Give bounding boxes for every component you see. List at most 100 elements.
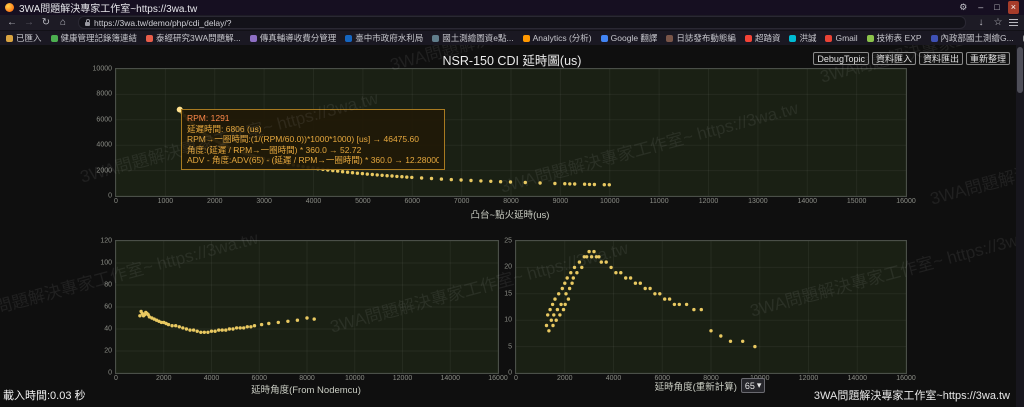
chart-canvas — [516, 241, 906, 373]
x-tick-label: 7000 — [454, 198, 470, 205]
url-text: https://3wa.tw/demo/php/cdi_delay/? — [94, 18, 232, 28]
x-tick-label: 6000 — [404, 198, 420, 205]
bookmark-item[interactable]: Analytics (分析) — [523, 32, 592, 44]
close-button[interactable]: × — [1008, 1, 1019, 14]
bookmark-label: 已匯入 — [16, 32, 42, 44]
x-tick-label: 14000 — [441, 375, 460, 382]
bookmark-favicon — [51, 35, 58, 42]
bookmark-item[interactable]: 洪誠 — [789, 32, 816, 44]
grid-lines — [116, 241, 498, 373]
scrollbar-thumb[interactable] — [1017, 47, 1023, 93]
bookmark-favicon — [931, 35, 938, 42]
right-chart-xlabel: 延時角度(重新計算) — [655, 379, 737, 393]
x-tick-label: 12000 — [699, 198, 718, 205]
refresh-button[interactable]: 重新整理 — [966, 52, 1010, 65]
y-tick-label: 60 — [104, 304, 112, 311]
bookmark-item[interactable]: 健康管理記錄簿連結 — [51, 32, 138, 44]
bookmark-label: 技術表 EXP — [877, 32, 922, 44]
y-tick-label: 100 — [100, 260, 112, 267]
x-tick-label: 10000 — [345, 375, 364, 382]
minimize-button[interactable]: – — [975, 1, 986, 14]
scrollbar[interactable] — [1016, 45, 1024, 407]
bookmark-favicon — [432, 35, 439, 42]
adv-select-value: 65 — [745, 381, 755, 391]
tooltip-line-revtime: RPM→一圈時間:(1/(RPM/60.0))*1000*1000) [us] … — [187, 134, 439, 145]
y-tick-label: 120 — [100, 238, 112, 245]
y-tick-label: 4000 — [96, 142, 112, 149]
maximize-button[interactable]: □ — [991, 1, 1002, 14]
main-chart-xlabel: 凸台~點火延時(us) — [115, 207, 905, 221]
bookmark-item[interactable]: 技術表 EXP — [867, 32, 922, 44]
lock-icon — [85, 22, 90, 26]
gear-icon[interactable]: ⚙ — [956, 1, 970, 14]
x-tick-label: 5000 — [355, 198, 371, 205]
load-time-status: 載入時間:0.03 秒 — [3, 387, 86, 403]
x-tick-label: 16000 — [488, 375, 507, 382]
refresh-icon[interactable]: ↻ — [40, 16, 52, 29]
tooltip-line-adv: ADV - 角度:ADV(65) - (延遲 / RPM→一圈時間) * 360… — [187, 155, 439, 166]
x-tick-label: 13000 — [748, 198, 767, 205]
y-tick-label: 80 — [104, 282, 112, 289]
bookmark-item[interactable]: 超踏資 — [745, 32, 781, 44]
bookmark-label: 超踏資 — [755, 32, 781, 44]
recalc-angle-chart[interactable]: 0200040006000800010000120001400016000051… — [515, 240, 907, 374]
x-tick-label: 1000 — [158, 198, 174, 205]
debug-topic-button[interactable]: DebugTopic — [813, 52, 869, 65]
chart-tooltip: RPM: 1291 延遲時間: 6806 (us) RPM→一圈時間:(1/(R… — [181, 109, 445, 170]
site-footer: 3WA問題解決專家工作室~https://3wa.tw — [814, 387, 1010, 403]
bookmark-label: 健康管理記錄簿連結 — [61, 32, 138, 44]
bookmark-favicon — [789, 35, 796, 42]
bookmark-label: Google 翻譯 — [611, 32, 658, 44]
bookmark-favicon — [146, 35, 153, 42]
y-tick-label: 2000 — [96, 167, 112, 174]
bookmark-favicon — [601, 35, 608, 42]
bookmark-label: 傳真輔導收費分管理 — [260, 32, 337, 44]
home-icon[interactable]: ⌂ — [57, 16, 69, 29]
x-tick-label: 12000 — [393, 375, 412, 382]
y-tick-label: 10000 — [93, 66, 112, 73]
y-tick-label: 8000 — [96, 91, 112, 98]
x-tick-label: 4000 — [204, 375, 220, 382]
bookmark-item[interactable]: Gmail — [825, 33, 857, 43]
data-export-button[interactable]: 資料匯出 — [919, 52, 963, 65]
bookmark-item[interactable]: 傳真輔導收費分管理 — [250, 32, 337, 44]
bookmark-item[interactable]: 泰經研究3WA問題解... — [146, 32, 241, 44]
bookmark-item[interactable]: Google 翻譯 — [601, 32, 658, 44]
download-icon[interactable]: ↓ — [975, 16, 987, 29]
bookmark-favicon — [250, 35, 257, 42]
star-icon[interactable]: ☆ — [992, 16, 1004, 29]
bookmark-favicon — [745, 35, 752, 42]
y-tick-label: 15 — [504, 290, 512, 297]
bookmark-item[interactable]: 國土測繪圖資e點... — [432, 32, 513, 44]
bookmark-favicon — [523, 35, 530, 42]
window-title: 3WA問題解決專家工作室~https://3wa.tw — [19, 0, 197, 15]
x-tick-label: 14000 — [798, 198, 817, 205]
tooltip-line-rpm: RPM: 1291 — [187, 113, 439, 124]
y-tick-label: 20 — [504, 264, 512, 271]
bookmark-item[interactable]: 已匯入 — [6, 32, 42, 44]
forward-icon[interactable]: → — [23, 16, 35, 29]
bookmarks-bar: 已匯入 健康管理記錄簿連結泰經研究3WA問題解... 傳真輔導收費分管理臺中市政府水… — [0, 31, 1024, 46]
window-titlebar: 3WA問題解決專家工作室~https://3wa.tw ⚙ – □ × — [0, 0, 1024, 15]
bookmark-item[interactable]: 日誌發布動態編 — [666, 32, 736, 44]
x-tick-label: 4000 — [306, 198, 322, 205]
bookmark-favicon — [825, 35, 832, 42]
x-tick-label: 8000 — [299, 375, 315, 382]
back-icon[interactable]: ← — [6, 16, 18, 29]
x-tick-label: 8000 — [503, 198, 519, 205]
bookmark-item[interactable]: 臺中市政府水利局 — [345, 32, 423, 44]
x-tick-label: 15000 — [847, 198, 866, 205]
url-bar[interactable]: https://3wa.tw/demo/php/cdi_delay/? — [78, 16, 966, 29]
app-icon — [5, 3, 14, 12]
bookmark-favicon — [6, 35, 13, 42]
data-import-button[interactable]: 資料匯入 — [872, 52, 916, 65]
nodemcu-angle-chart[interactable]: 0200040006000800010000120001400016000020… — [115, 240, 499, 374]
x-tick-label: 9000 — [553, 198, 569, 205]
y-tick-label: 6000 — [96, 116, 112, 123]
bookmark-item[interactable]: 內政部國土測繪G... — [931, 32, 1014, 44]
y-tick-label: 0 — [108, 193, 112, 200]
chart-canvas — [116, 241, 498, 373]
adv-angle-select[interactable]: 65 ▾ — [741, 378, 766, 393]
menu-icon[interactable] — [1009, 19, 1018, 26]
data-points — [138, 310, 316, 334]
